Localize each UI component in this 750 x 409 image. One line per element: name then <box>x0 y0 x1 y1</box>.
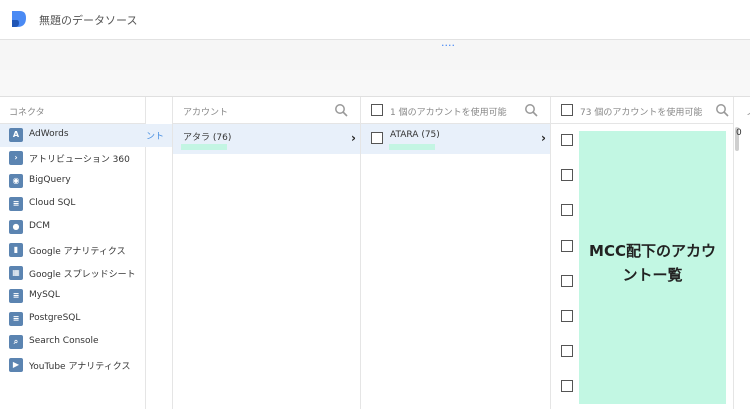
mcc-annotation-text: MCC配下のアカウ ントー覧 <box>579 239 726 287</box>
account-checkbox[interactable] <box>561 134 573 146</box>
attribution-icon: › <box>9 151 23 165</box>
mcc-header: 73 個のアカウントを使用可能 <box>551 97 733 124</box>
account-checkbox[interactable] <box>561 204 573 216</box>
connector-item-mysql[interactable]: ≡ MySQL <box>0 285 146 308</box>
more-dots-icon[interactable]: .... <box>441 36 455 49</box>
row-checkbox[interactable] <box>371 132 383 144</box>
account-header-label: アカウント <box>183 108 229 118</box>
connector-item-postgresql[interactable]: ≡ PostgreSQL <box>0 308 146 331</box>
mcc-annotation-box: MCC配下のアカウ ントー覧 <box>579 131 726 404</box>
sub-account-row-label: ATARA (75) <box>390 130 440 140</box>
database-icon: ≡ <box>9 312 23 326</box>
connector-item-dcm[interactable]: ● DCM <box>0 216 146 239</box>
connector-label: BigQuery <box>29 175 71 185</box>
chevron-right-icon: › <box>541 131 546 145</box>
dcm-icon: ● <box>9 220 23 234</box>
connector-label: PostgreSQL <box>29 313 81 323</box>
edge-value: 0 <box>736 128 742 138</box>
mcc-header-label: 73 個のアカウントを使用可能 <box>580 108 703 118</box>
connector-item-cloud-sql[interactable]: ≡ Cloud SQL <box>0 193 146 216</box>
connector-label: YouTube アナリティクス <box>29 362 131 372</box>
select-all-checkbox[interactable] <box>561 104 573 116</box>
account-row-label: アタラ (76) <box>183 133 232 143</box>
connector-label: Google スプレッドシート <box>29 270 136 280</box>
mcc-account-panel: 73 個のアカウントを使用可能 MCC配下のアカウ ントー覧 <box>551 97 733 409</box>
sub-account-row[interactable]: ATARA (75) › <box>361 124 550 154</box>
connector-item-google-analytics[interactable]: ▮ Google アナリティクス <box>0 239 146 262</box>
sub-account-panel: 1 個のアカウントを使用可能 ATARA (75) › <box>361 97 551 409</box>
database-icon: ≡ <box>9 289 23 303</box>
connector-panel: コネクタ A AdWords › アトリビューション 360 ◉ BigQuer… <box>0 97 146 409</box>
search-console-icon: ⌕ <box>9 335 23 349</box>
database-icon: ≡ <box>9 197 23 211</box>
analytics-icon: ▮ <box>9 243 23 257</box>
account-header: アカウント <box>173 97 360 124</box>
next-panel-edge: ノ 0 <box>733 97 750 409</box>
connector-item-google-sheets[interactable]: ▦ Google スプレッドシート <box>0 262 146 285</box>
toolbar-divider <box>0 70 750 97</box>
data-studio-logo-icon <box>12 11 26 27</box>
account-checkbox[interactable] <box>561 345 573 357</box>
youtube-icon: ▶ <box>9 358 23 372</box>
connector-item-adwords[interactable]: A AdWords <box>0 124 146 147</box>
connector-label: Search Console <box>29 336 99 346</box>
connector-label: MySQL <box>29 290 60 300</box>
search-icon[interactable] <box>715 103 729 117</box>
sub-account-header-label: 1 個のアカウントを使用可能 <box>390 108 507 118</box>
sub-account-header: 1 個のアカウントを使用可能 <box>361 97 550 124</box>
annotation-line: ントー覧 <box>622 266 683 284</box>
account-checkbox[interactable] <box>561 240 573 252</box>
connector-label: AdWords <box>29 129 69 139</box>
connector-item-attribution[interactable]: › アトリビューション 360 <box>0 147 146 170</box>
account-row[interactable]: アタラ (76) › <box>173 124 360 154</box>
bigquery-icon: ◉ <box>9 174 23 188</box>
account-checkbox[interactable] <box>561 275 573 287</box>
edge-header-mark: ノ <box>746 105 750 118</box>
connector-header-label: コネクタ <box>9 108 45 118</box>
search-icon[interactable] <box>524 103 538 117</box>
account-checkbox[interactable] <box>561 380 573 392</box>
connector-item-youtube-analytics[interactable]: ▶ YouTube アナリティクス <box>0 354 146 377</box>
masked-account-id <box>181 144 227 150</box>
connector-label: アトリビューション 360 <box>29 155 130 165</box>
account-checkbox[interactable] <box>561 310 573 322</box>
connector-label: Cloud SQL <box>29 198 76 208</box>
spreadsheet-icon: ▦ <box>9 266 23 280</box>
adwords-icon: A <box>9 128 23 142</box>
annotation-line: MCC配下のアカウ <box>589 242 716 260</box>
account-checkbox[interactable] <box>561 169 573 181</box>
search-icon[interactable] <box>334 103 348 117</box>
top-bar: 無題のデータソース <box>0 0 750 40</box>
truncated-label: ント <box>146 132 165 142</box>
truncated-panel-text: ント <box>146 124 172 147</box>
connector-item-search-console[interactable]: ⌕ Search Console <box>0 331 146 354</box>
connector-header: コネクタ <box>0 97 145 124</box>
account-panel: アカウント アタラ (76) › <box>172 97 361 409</box>
chevron-right-icon: › <box>351 131 356 145</box>
connector-item-bigquery[interactable]: ◉ BigQuery <box>0 170 146 193</box>
connector-label: Google アナリティクス <box>29 247 126 257</box>
connector-label: DCM <box>29 221 50 231</box>
masked-account-id <box>389 144 435 150</box>
data-source-title[interactable]: 無題のデータソース <box>39 12 137 28</box>
select-all-checkbox[interactable] <box>371 104 383 116</box>
